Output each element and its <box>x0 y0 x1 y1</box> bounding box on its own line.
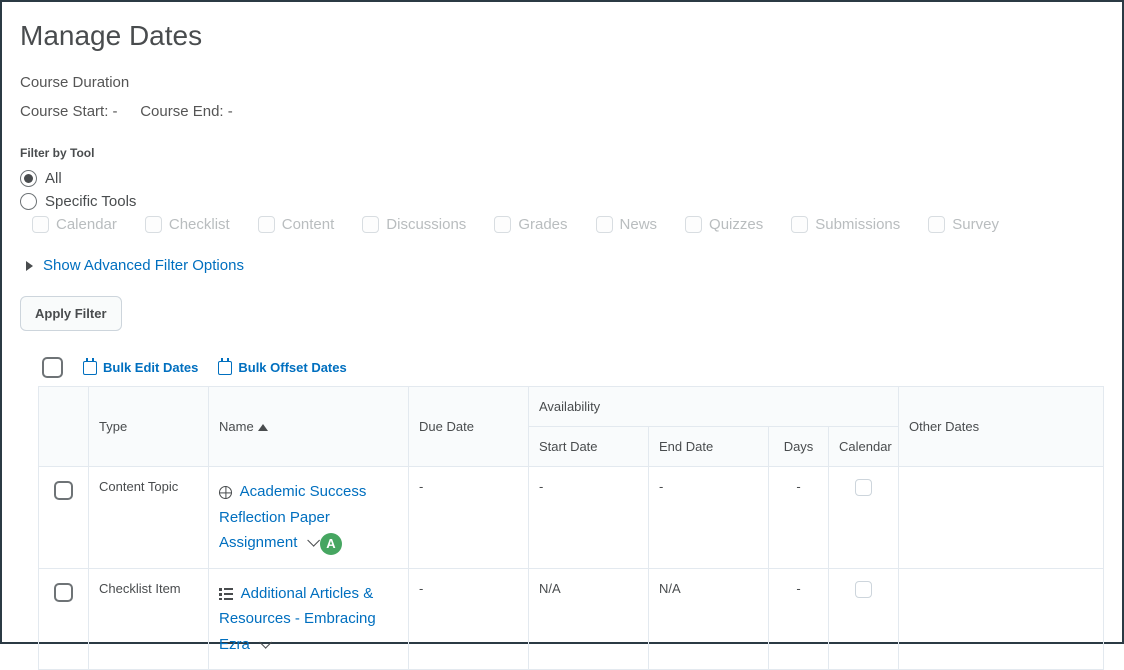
row-checkbox[interactable] <box>54 481 73 500</box>
bulk-edit-label: Bulk Edit Dates <box>103 360 198 375</box>
calendar-icon <box>218 361 232 375</box>
row-checkbox[interactable] <box>54 583 73 602</box>
checkbox-icon <box>258 216 275 233</box>
tool-label: Survey <box>952 216 999 233</box>
globe-icon <box>219 486 232 499</box>
col-type[interactable]: Type <box>89 387 209 467</box>
cell-start: - <box>529 467 649 569</box>
calendar-checkbox[interactable] <box>855 479 872 496</box>
dates-table: Type Name Due Date Availability Other Da… <box>38 386 1104 670</box>
course-end-value: - <box>228 103 233 120</box>
list-icon <box>219 588 233 600</box>
col-other-dates: Other Dates <box>899 387 1104 467</box>
col-select <box>39 387 89 467</box>
tool-check-submissions[interactable]: Submissions <box>791 216 900 233</box>
col-availability: Availability <box>529 387 899 427</box>
filter-by-tool-heading: Filter by Tool <box>20 146 1104 160</box>
tool-check-quizzes[interactable]: Quizzes <box>685 216 763 233</box>
cell-end: N/A <box>649 568 769 670</box>
cell-name: Additional Articles & Resources - Embrac… <box>209 568 409 670</box>
tool-check-discussions[interactable]: Discussions <box>362 216 466 233</box>
course-duration-row: Course Start: - Course End: - <box>20 103 1104 120</box>
calendar-checkbox[interactable] <box>855 581 872 598</box>
tool-label: Calendar <box>56 216 117 233</box>
cell-other <box>899 467 1104 569</box>
checkbox-icon <box>791 216 808 233</box>
cell-days: - <box>769 467 829 569</box>
tool-check-calendar[interactable]: Calendar <box>32 216 117 233</box>
cell-end: - <box>649 467 769 569</box>
cell-type: Checklist Item <box>89 568 209 670</box>
tool-check-survey[interactable]: Survey <box>928 216 999 233</box>
filter-all-label: All <box>45 170 62 187</box>
cell-calendar <box>829 467 899 569</box>
checkbox-icon <box>494 216 511 233</box>
table-row: Checklist Item Additional Articles & Res… <box>39 568 1104 670</box>
radio-unselected-icon <box>20 193 37 210</box>
item-link[interactable]: Additional Articles & Resources - Embrac… <box>219 585 376 653</box>
annotation-badge: A <box>320 533 342 555</box>
chevron-down-icon[interactable] <box>307 534 320 547</box>
cell-start: N/A <box>529 568 649 670</box>
item-link[interactable]: Academic Success Reflection Paper Assign… <box>219 483 366 551</box>
col-days: Days <box>769 427 829 467</box>
bulk-offset-dates-button[interactable]: Bulk Offset Dates <box>218 360 346 375</box>
col-due-date[interactable]: Due Date <box>409 387 529 467</box>
course-start-value: - <box>113 103 118 120</box>
checkbox-icon <box>596 216 613 233</box>
tool-label: Submissions <box>815 216 900 233</box>
cell-calendar <box>829 568 899 670</box>
col-start-date[interactable]: Start Date <box>529 427 649 467</box>
cell-type: Content Topic <box>89 467 209 569</box>
page-title: Manage Dates <box>20 20 1104 52</box>
tool-label: Content <box>282 216 335 233</box>
checkbox-icon <box>362 216 379 233</box>
cell-name: Academic Success Reflection Paper Assign… <box>209 467 409 569</box>
select-all-checkbox[interactable] <box>42 357 63 378</box>
filter-specific-label: Specific Tools <box>45 193 136 210</box>
chevron-down-icon[interactable] <box>260 636 273 649</box>
cell-due: - <box>409 467 529 569</box>
filter-specific-option[interactable]: Specific Tools <box>20 193 1104 210</box>
tool-label: Checklist <box>169 216 230 233</box>
course-start-label: Course Start: <box>20 103 108 120</box>
bulk-edit-dates-button[interactable]: Bulk Edit Dates <box>83 360 198 375</box>
tool-check-checklist[interactable]: Checklist <box>145 216 230 233</box>
advanced-filter-toggle[interactable]: Show Advanced Filter Options <box>26 257 1104 274</box>
tool-label: Grades <box>518 216 567 233</box>
col-end-date[interactable]: End Date <box>649 427 769 467</box>
checkbox-icon <box>32 216 49 233</box>
checkbox-icon <box>145 216 162 233</box>
expand-icon <box>26 261 33 271</box>
filter-all-option[interactable]: All <box>20 170 1104 187</box>
specific-tools-list: Calendar Checklist Content Discussions Grade… <box>32 216 1104 233</box>
tool-label: Discussions <box>386 216 466 233</box>
bulk-offset-label: Bulk Offset Dates <box>238 360 346 375</box>
col-name[interactable]: Name <box>209 387 409 467</box>
tool-check-news[interactable]: News <box>596 216 658 233</box>
tool-label: News <box>620 216 658 233</box>
apply-filter-button[interactable]: Apply Filter <box>20 296 122 331</box>
calendar-icon <box>83 361 97 375</box>
cell-due: - <box>409 568 529 670</box>
cell-other <box>899 568 1104 670</box>
col-name-label: Name <box>219 419 254 434</box>
tool-check-content[interactable]: Content <box>258 216 335 233</box>
course-duration-label: Course Duration <box>20 74 1104 91</box>
tool-label: Quizzes <box>709 216 763 233</box>
col-calendar: Calendar <box>829 427 899 467</box>
radio-selected-icon <box>20 170 37 187</box>
checkbox-icon <box>928 216 945 233</box>
table-row: Content Topic Academic Success Reflectio… <box>39 467 1104 569</box>
checkbox-icon <box>685 216 702 233</box>
cell-days: - <box>769 568 829 670</box>
advanced-filter-label: Show Advanced Filter Options <box>43 257 244 274</box>
course-end-label: Course End: <box>140 103 223 120</box>
sort-asc-icon <box>258 424 268 431</box>
tool-check-grades[interactable]: Grades <box>494 216 567 233</box>
